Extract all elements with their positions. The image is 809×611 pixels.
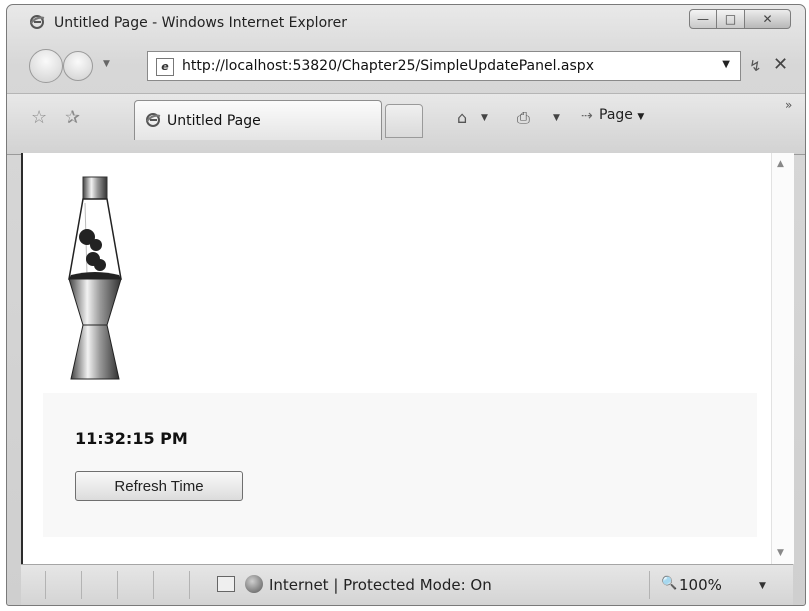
back-button[interactable] — [29, 49, 63, 83]
maximize-icon: □ — [724, 12, 737, 26]
address-url[interactable]: http://localhost:53820/Chapter25/SimpleU… — [182, 58, 594, 74]
scroll-up-icon[interactable]: ▲ — [777, 159, 784, 169]
security-zone-text[interactable]: Internet | Protected Mode: On — [269, 576, 492, 594]
favorites-star-icon[interactable]: ☆ — [31, 107, 47, 128]
vertical-scrollbar[interactable]: ▲ ▼ — [771, 153, 794, 564]
status-bar: Internet | Protected Mode: On 🔍 100% ▼ — [21, 564, 793, 605]
refresh-time-button[interactable]: Refresh Time — [75, 471, 243, 501]
zoom-icon: 🔍 — [661, 576, 678, 591]
forward-button[interactable] — [63, 51, 93, 81]
page-menu-label: Page — [599, 107, 633, 123]
address-dropdown-icon[interactable]: ▼ — [722, 59, 730, 70]
zoom-dropdown-icon[interactable]: ▼ — [759, 581, 766, 591]
minimize-icon: — — [697, 12, 709, 26]
browser-window: Untitled Page - Windows Internet Explore… — [6, 4, 806, 606]
navigation-bar: ▼ e http://localhost:53820/Chapter25/Sim… — [7, 45, 805, 89]
home-dropdown-icon[interactable]: ▼ — [481, 113, 488, 123]
page-content: 11:32:15 PM Refresh Time — [21, 153, 773, 564]
more-commands-icon[interactable]: » — [785, 98, 792, 112]
tab-label: Untitled Page — [167, 113, 261, 129]
close-icon: ✕ — [762, 12, 773, 26]
page-dropdown-icon: ▼ — [637, 112, 645, 122]
status-divider — [117, 571, 118, 599]
page-menu-icon[interactable]: ⇢ — [581, 108, 593, 124]
status-divider — [153, 571, 154, 599]
tab-untitled-page[interactable]: Untitled Page — [134, 100, 382, 140]
address-bar[interactable]: e http://localhost:53820/Chapter25/Simpl… — [147, 51, 741, 81]
minimize-button[interactable]: — — [689, 9, 717, 29]
refresh-button[interactable]: ↯ — [749, 57, 762, 75]
status-divider — [649, 571, 650, 599]
close-button[interactable]: ✕ — [745, 9, 791, 29]
scroll-down-icon[interactable]: ▼ — [777, 548, 784, 558]
lava-lamp-image — [68, 176, 122, 380]
update-panel: 11:32:15 PM Refresh Time — [43, 393, 757, 537]
print-icon[interactable]: ⎙ — [517, 108, 530, 128]
page-icon: e — [156, 58, 174, 76]
ie-logo-icon — [30, 15, 45, 29]
new-tab-button[interactable] — [385, 104, 423, 138]
window-controls: — □ ✕ — [689, 9, 791, 29]
window-title: Untitled Page - Windows Internet Explore… — [54, 15, 347, 31]
stop-button[interactable]: ✕ — [773, 54, 788, 75]
status-divider — [45, 571, 46, 599]
zone-settings-icon[interactable] — [217, 576, 235, 592]
add-favorites-icon[interactable]: ✰ — [65, 107, 80, 128]
zoom-level[interactable]: 100% — [679, 576, 722, 594]
page-menu-button[interactable]: Page ▼ — [599, 107, 644, 123]
recent-pages-dropdown[interactable]: ▼ — [103, 59, 110, 69]
time-label: 11:32:15 PM — [75, 429, 188, 448]
home-icon[interactable]: ⌂ — [457, 108, 467, 127]
print-dropdown-icon[interactable]: ▼ — [553, 113, 560, 123]
globe-icon — [245, 575, 263, 593]
ie-tab-icon — [146, 113, 161, 127]
status-divider — [81, 571, 82, 599]
title-bar: Untitled Page - Windows Internet Explore… — [7, 5, 805, 41]
status-divider — [189, 571, 190, 599]
tab-bar: ☆ ✰ Untitled Page ⌂ ▼ ⎙ ▼ ⇢ Page ▼ » — [7, 93, 805, 155]
maximize-button[interactable]: □ — [717, 9, 745, 29]
